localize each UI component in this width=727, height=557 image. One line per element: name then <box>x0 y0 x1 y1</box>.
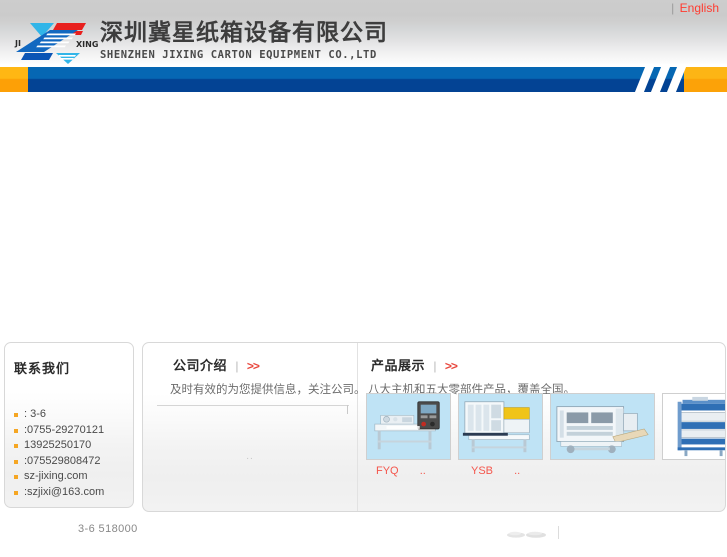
list-item: :szjixi@163.com <box>5 485 133 501</box>
list-item: :075529808472 <box>5 454 133 470</box>
product-thumbnail-4[interactable] <box>662 393 725 460</box>
company-logo[interactable]: JI XING <box>14 18 100 64</box>
company-intro-separator: | <box>235 359 239 373</box>
product-caption-1-text: FYQ <box>376 465 399 477</box>
product-caption-1: FYQ .. <box>376 465 426 477</box>
product-caption-1-suffix: .. <box>419 465 426 477</box>
carton-stitching-machine-icon <box>367 394 450 459</box>
company-intro-subtitle: 及时有效的为您提供信息，关注公司。 <box>170 382 366 396</box>
company-intro-section: 公司介绍 | >> 及时有效的为您提供信息，关注公司。 .. <box>143 343 366 511</box>
company-intro-more-link[interactable]: >> <box>247 359 260 373</box>
nav-blue-band <box>28 67 727 92</box>
product-thumbnail-2[interactable] <box>458 393 543 460</box>
products-header: 产品展示 | >> <box>371 355 725 374</box>
company-name-chinese: 深圳冀星纸箱设备有限公司 <box>100 20 388 46</box>
products-title: 产品展示 <box>371 359 426 374</box>
contact-panel: 联系我们 : 3-6 :0755-29270121 13925250170 :0… <box>4 342 134 508</box>
carton-creasing-machine-icon <box>459 394 542 459</box>
site-footer: 3-6 518000 <box>0 517 727 557</box>
content-area: 联系我们 : 3-6 :0755-29270121 13925250170 :0… <box>0 342 727 517</box>
nav-accent-right <box>684 67 727 92</box>
product-caption-2: YSB .. <box>471 465 520 477</box>
list-item: :0755-29270121 <box>5 423 133 439</box>
contact-panel-title: 联系我们 <box>14 362 71 377</box>
product-thumbnail-strip: FYQ .. YSB .. <box>366 393 725 477</box>
products-separator: | <box>433 359 437 373</box>
site-header: JI XING 深圳冀星纸箱设备有限公司 SHENZHEN JIXING CAR… <box>0 16 727 64</box>
company-intro-title: 公司介绍 <box>173 359 228 374</box>
jixing-z-logo-icon: JI XING <box>14 23 98 64</box>
list-item: sz-jixing.com <box>5 469 133 485</box>
product-thumbnail-3[interactable] <box>550 393 655 460</box>
divider-end-tick <box>347 405 348 414</box>
product-thumbnail-1[interactable] <box>366 393 451 460</box>
company-intro-divider <box>157 405 349 414</box>
hero-banner <box>0 95 727 342</box>
carton-partition-slotter-icon <box>663 394 725 459</box>
contact-info-list: : 3-6 :0755-29270121 13925250170 :075529… <box>5 407 133 500</box>
language-separator: | <box>671 1 675 15</box>
logo-text-ji: JI <box>14 39 21 48</box>
nav-accent-left <box>0 67 28 92</box>
products-more-link[interactable]: >> <box>445 359 458 373</box>
footer-address-line: 3-6 518000 <box>78 523 138 535</box>
carton-printing-slotting-machine-icon <box>551 394 654 459</box>
list-item: 13925250170 <box>5 438 133 454</box>
logo-text-xing: XING <box>76 40 98 49</box>
company-name-english: SHENZHEN JIXING CARTON EQUIPMENT CO.,LTD <box>100 49 377 61</box>
company-intro-header: 公司介绍 | >> <box>173 355 357 374</box>
products-section: 产品展示 | >> 八大主机和五大零部件产品，覆盖全国。 FYQ .. YSB … <box>359 343 725 511</box>
company-intro-placeholder-dots: .. <box>246 451 254 462</box>
list-item: : 3-6 <box>5 407 133 423</box>
footer-graphic-icon <box>507 531 546 538</box>
main-navigation-bar[interactable] <box>0 64 727 95</box>
footer-divider-tick <box>558 526 559 539</box>
company-name-block: 深圳冀星纸箱设备有限公司 SHENZHEN JIXING CARTON EQUI… <box>100 19 388 62</box>
top-language-bar: | English <box>0 0 727 16</box>
english-language-link[interactable]: English <box>680 1 719 15</box>
language-switcher: | English <box>671 0 719 16</box>
product-caption-2-suffix: .. <box>514 465 521 477</box>
main-content-panel: 公司介绍 | >> 及时有效的为您提供信息，关注公司。 .. 产品展示 | >>… <box>142 342 726 512</box>
product-caption-2-text: YSB <box>471 465 494 477</box>
